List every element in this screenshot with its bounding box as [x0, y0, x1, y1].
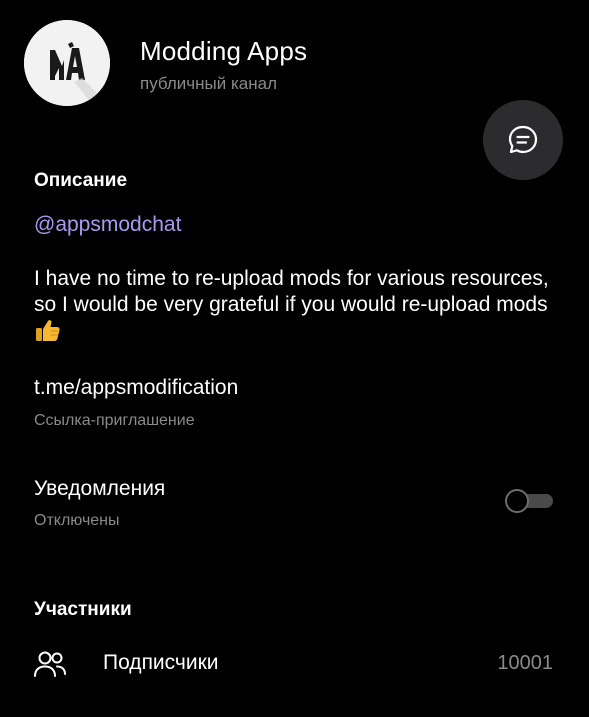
toggle-knob [505, 489, 529, 513]
description-text: I have no time to re-upload mods for var… [34, 267, 549, 316]
chat-bubble-icon [508, 125, 538, 154]
discussion-chat-button[interactable] [483, 100, 563, 180]
members-section-title: Участники [34, 599, 132, 620]
description-section-title: Описание [34, 170, 128, 191]
subscribers-count: 10001 [497, 652, 553, 674]
subscribers-label[interactable]: Подписчики [103, 651, 219, 675]
channel-avatar[interactable] [24, 20, 110, 106]
channel-description: I have no time to re-upload mods for var… [34, 266, 564, 349]
people-icon [33, 650, 67, 678]
username-link[interactable]: @appsmodchat [34, 213, 181, 237]
invite-link[interactable]: t.me/appsmodification [34, 376, 238, 400]
channel-logo [24, 20, 110, 106]
invite-link-label: Ссылка-приглашение [34, 412, 195, 429]
notifications-status: Отключены [34, 512, 120, 529]
notifications-toggle[interactable] [505, 489, 553, 513]
channel-title: Modding Apps [140, 36, 308, 66]
notifications-title[interactable]: Уведомления [34, 477, 165, 501]
thumbs-up-emoji-icon [35, 318, 61, 349]
channel-type-label: публичный канал [140, 74, 277, 93]
